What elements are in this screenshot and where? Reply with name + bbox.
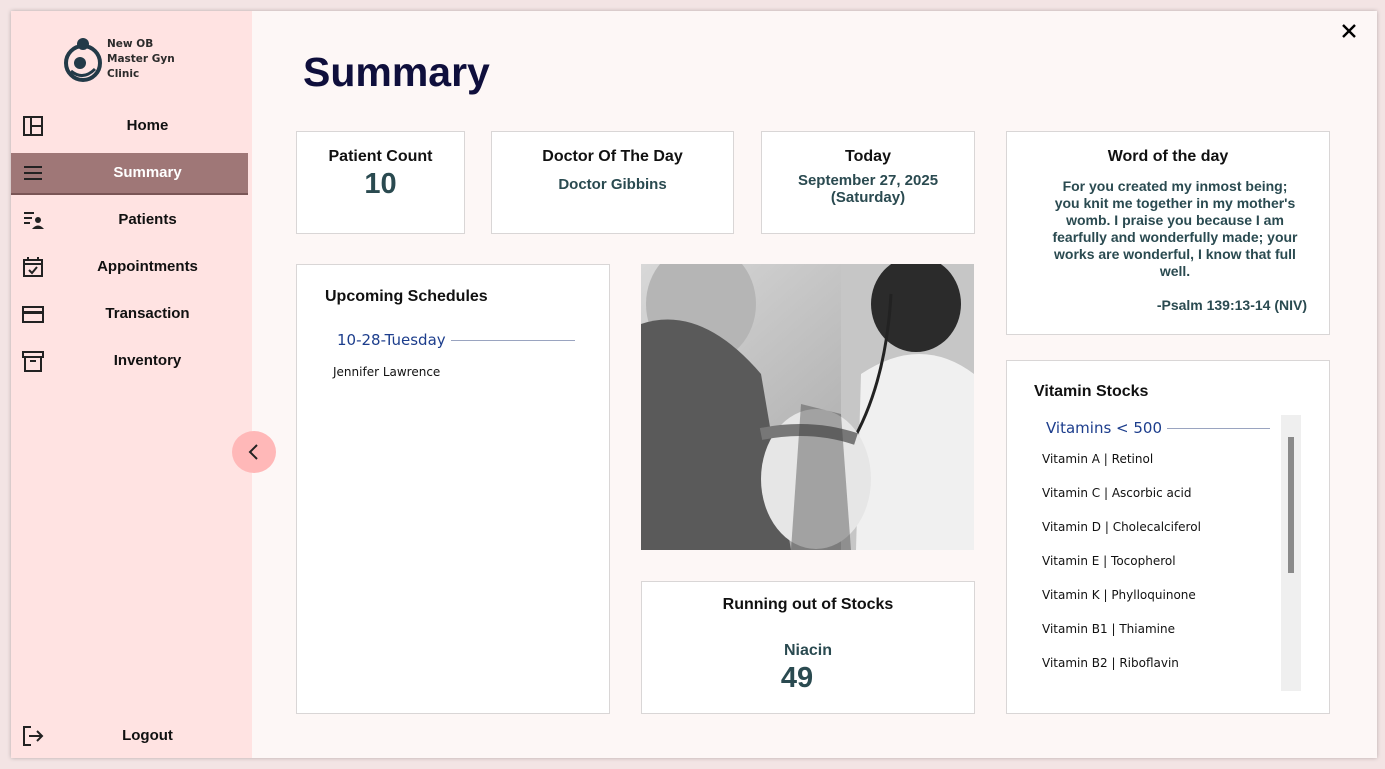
logout-button[interactable]: Logout	[11, 716, 248, 756]
list-item[interactable]: Vitamin D | Cholecalciferol	[1042, 520, 1201, 534]
patient-count-title: Patient Count	[328, 148, 433, 165]
today-weekday: (Saturday)	[830, 189, 906, 206]
credit-card-icon	[22, 306, 44, 323]
sidebar-item-label: Appointments	[97, 258, 198, 275]
calendar-check-icon	[23, 257, 43, 277]
running-out-count: 49	[780, 662, 814, 694]
page-title: Summary	[303, 49, 490, 95]
list-item[interactable]: Vitamin E | Tocopherol	[1042, 554, 1176, 568]
close-button[interactable]	[1339, 21, 1359, 41]
running-out-title: Running out of Stocks	[722, 596, 894, 613]
clinic-logo: New OB Master Gyn Clinic	[63, 35, 193, 87]
sidebar-item-inventory[interactable]: Inventory	[11, 341, 248, 381]
word-of-day-reference: -Psalm 139:13-14 (NIV)	[1156, 297, 1307, 313]
pregnant-checkup-image	[641, 264, 974, 550]
word-of-day-card: Word of the day For you created my inmos…	[1006, 131, 1330, 335]
upcoming-schedules-title: Upcoming Schedules	[325, 288, 488, 305]
divider	[450, 339, 575, 341]
list-item[interactable]: Vitamin B1 | Thiamine	[1042, 622, 1175, 636]
sidebar-item-label: Patients	[118, 211, 177, 228]
sidebar-item-summary[interactable]: Summary	[11, 153, 248, 195]
vitamin-stocks-card: Vitamin Stocks Vitamins < 500 Vitamin A …	[1006, 360, 1330, 714]
app-window: New OB Master Gyn Clinic Home Summary Pa…	[11, 11, 1377, 758]
vitamin-stocks-title: Vitamin Stocks	[1034, 383, 1149, 400]
doctor-of-day-value: Doctor Gibbins	[558, 176, 667, 193]
vitamin-list-scrollbar[interactable]	[1281, 415, 1301, 691]
sidebar-item-label: Summary	[113, 164, 182, 181]
chevron-left-icon	[248, 444, 258, 460]
sidebar-item-home[interactable]: Home	[11, 106, 248, 146]
list-item[interactable]: Vitamin C | Ascorbic acid	[1042, 486, 1191, 500]
divider	[1167, 427, 1270, 429]
doctor-patient-photo	[641, 264, 974, 550]
schedule-date-label: 10-28-Tuesday	[337, 331, 446, 349]
doctor-of-day-card: Doctor Of The Day Doctor Gibbins	[491, 131, 734, 234]
word-of-day-text: For you created my inmost being; you kni…	[1052, 178, 1298, 279]
sidebar-item-appointments[interactable]: Appointments	[11, 247, 248, 287]
today-card: Today September 27, 2025 (Saturday)	[761, 131, 975, 234]
close-icon	[1342, 24, 1356, 38]
upcoming-schedules-card: Upcoming Schedules 10-28-Tuesday Jennife…	[296, 264, 610, 714]
sidebar-item-transaction[interactable]: Transaction	[11, 294, 248, 334]
today-title: Today	[845, 148, 891, 165]
scrollbar-thumb[interactable]	[1288, 437, 1294, 573]
list-item[interactable]: Vitamin K | Phylloquinone	[1042, 588, 1196, 602]
sidebar-item-patients[interactable]: Patients	[11, 200, 248, 240]
sidebar: New OB Master Gyn Clinic Home Summary Pa…	[11, 11, 252, 758]
dashboard-icon	[23, 116, 43, 136]
schedule-date-header: 10-28-Tuesday	[337, 331, 575, 349]
logo-mother-child-icon	[64, 38, 102, 82]
vitamin-group-label: Vitamins < 500	[1046, 419, 1163, 437]
patients-list-icon	[24, 212, 44, 229]
running-out-item: Niacin	[783, 642, 832, 659]
today-date: September 27, 2025	[797, 172, 939, 189]
logout-label: Logout	[122, 727, 173, 744]
sidebar-item-label: Home	[126, 117, 169, 134]
running-out-card: Running out of Stocks Niacin 49	[641, 581, 975, 714]
archive-box-icon	[22, 351, 44, 372]
patient-count-card: Patient Count 10	[296, 131, 465, 234]
collapse-sidebar-button[interactable]	[232, 431, 276, 473]
list-item[interactable]: Vitamin A | Retinol	[1042, 452, 1153, 466]
menu-lines-icon	[24, 166, 42, 180]
word-of-day-title: Word of the day	[1107, 148, 1229, 165]
sidebar-item-label: Transaction	[105, 305, 190, 322]
list-item[interactable]: Vitamin B2 | Riboflavin	[1042, 656, 1179, 670]
list-item[interactable]: Jennifer Lawrence	[333, 365, 440, 379]
patient-count-value: 10	[364, 168, 397, 200]
sidebar-item-label: Inventory	[113, 352, 182, 369]
logout-icon	[23, 726, 44, 746]
doctor-of-day-title: Doctor Of The Day	[542, 148, 683, 165]
vitamin-group-header: Vitamins < 500	[1046, 419, 1270, 437]
clinic-name: New OB Master Gyn Clinic	[107, 38, 175, 80]
